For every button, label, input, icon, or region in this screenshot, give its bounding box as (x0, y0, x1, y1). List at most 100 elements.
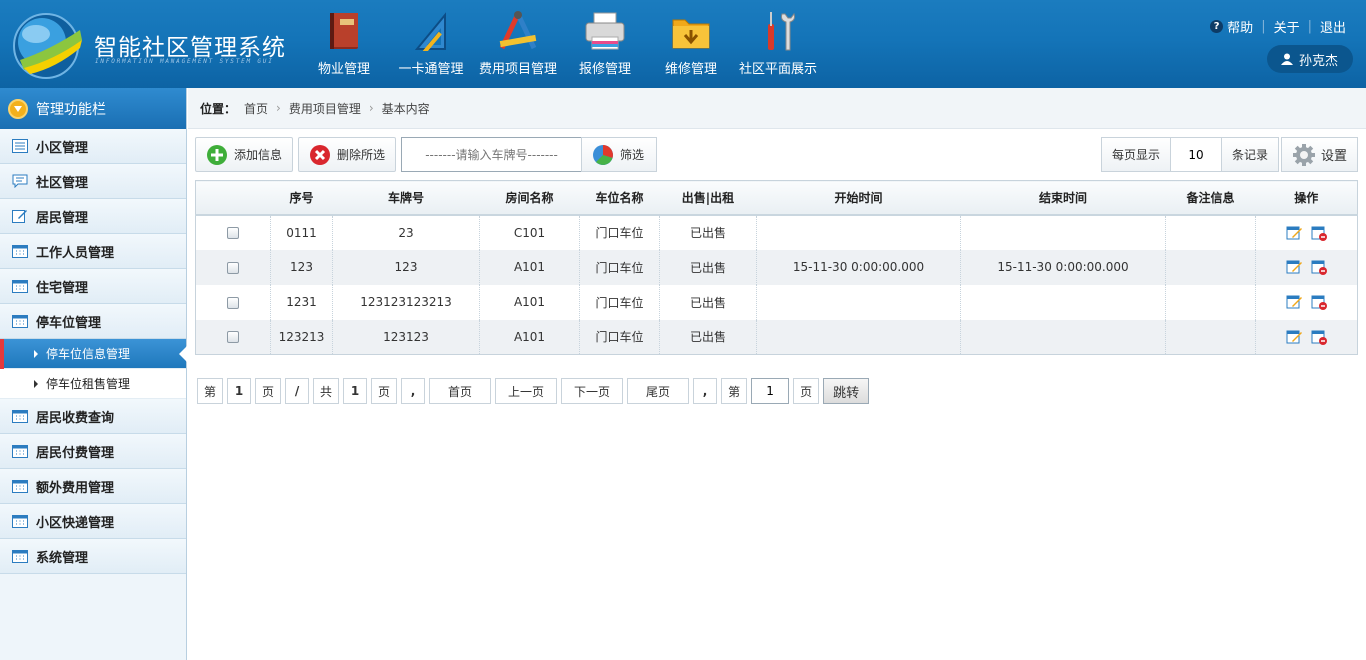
nav-property-management[interactable]: 物业管理 (312, 8, 376, 80)
sidebar-item-staff[interactable]: 工作人员管理 (0, 234, 186, 269)
col-plate[interactable]: 车牌号 (332, 180, 480, 216)
pager-comma-2: , (693, 378, 718, 404)
pager-ye-3: 页 (793, 378, 820, 404)
col-spot[interactable]: 车位名称 (579, 180, 660, 216)
calendar-icon (12, 444, 28, 458)
row-checkbox[interactable] (227, 227, 239, 239)
nav-maintenance-management[interactable]: 维修管理 (660, 8, 722, 80)
sidebar-item-housing[interactable]: 住宅管理 (0, 269, 186, 304)
pager-current-page: 1 (227, 378, 252, 404)
edit-row-icon[interactable] (1286, 329, 1302, 345)
delete-row-icon[interactable] (1311, 294, 1327, 310)
sidebar-item-express[interactable]: 小区快递管理 (0, 504, 186, 539)
sidebar-title: 管理功能栏 (36, 101, 106, 118)
last-page-button[interactable]: 尾页 (627, 378, 690, 404)
sidebar-item-parking[interactable]: 停车位管理 (0, 304, 186, 339)
status-text: 已出售 (659, 284, 757, 320)
user-icon (1281, 53, 1293, 65)
delete-row-icon[interactable] (1311, 225, 1327, 241)
edit-row-icon[interactable] (1286, 225, 1302, 241)
drafting-tools-icon (499, 11, 537, 50)
nav-community-map[interactable]: 社区平面展示 (734, 8, 822, 80)
table-row: 1231 123123123213 A101 门口车位 已出售 (195, 284, 1358, 320)
table-row: 123 123 A101 门口车位 已出售 15-11-30 0:00:00.0… (195, 249, 1358, 285)
logout-link[interactable]: 退出 (1320, 17, 1346, 36)
row-checkbox[interactable] (227, 331, 239, 344)
book-icon (330, 13, 358, 49)
edit-row-icon[interactable] (1286, 294, 1302, 310)
row-checkbox[interactable] (227, 261, 239, 274)
breadcrumb-current: 基本内容 (381, 101, 430, 116)
sidebar-item-extra-fees[interactable]: 额外费用管理 (0, 469, 186, 504)
sidebar-item-community[interactable]: 社区管理 (0, 164, 186, 199)
gear-icon (1292, 143, 1316, 167)
col-start[interactable]: 开始时间 (756, 180, 961, 216)
calendar-icon (12, 244, 28, 258)
breadcrumb-label: 位置： (200, 101, 237, 116)
arrow-right-icon (34, 349, 38, 358)
settings-button[interactable]: 设置 (1280, 137, 1358, 172)
arrow-right-icon (34, 379, 38, 388)
breadcrumb-fee[interactable]: 费用项目管理 (289, 100, 361, 117)
status-text: 已出售 (659, 214, 757, 250)
col-id[interactable]: 序号 (270, 180, 333, 216)
sidebar-item-fee-query[interactable]: 居民收费查询 (0, 399, 186, 434)
calendar-icon (12, 479, 28, 493)
sidebar-item-system[interactable]: 系统管理 (0, 539, 186, 574)
delete-selected-button[interactable]: 删除所选 (298, 137, 397, 172)
user-badge[interactable]: 孙克杰 (1267, 45, 1353, 73)
collapse-icon (8, 98, 28, 119)
chevron-right-icon: › (368, 101, 374, 115)
system-subtitle: INFORMATION MANAGEMENT SYSTEM GUI (95, 58, 274, 65)
nav-fee-item-management[interactable]: 费用项目管理 (474, 8, 562, 80)
sidebar-item-residents[interactable]: 居民管理 (0, 199, 186, 234)
jump-button[interactable]: 跳转 (823, 378, 870, 404)
sidebar-subitem-parking-info[interactable]: 停车位信息管理 (0, 339, 187, 369)
edit-row-icon[interactable] (1286, 259, 1302, 275)
goto-page-input[interactable] (751, 378, 790, 404)
calendar-icon (12, 279, 28, 293)
delete-row-icon[interactable] (1311, 329, 1327, 345)
help-link[interactable]: 帮助 (1227, 17, 1253, 36)
list-icon (12, 139, 28, 153)
top-links: ? 帮助 | 关于 | 退出 (1210, 17, 1346, 36)
col-select (195, 180, 271, 216)
pie-chart-icon (592, 144, 614, 166)
sidebar-header[interactable]: 管理功能栏 (0, 88, 186, 129)
nav-card-management[interactable]: 一卡通管理 (394, 8, 468, 80)
system-title: 智能社区管理系统 (94, 35, 286, 61)
sidebar-item-estate[interactable]: 小区管理 (0, 129, 186, 164)
printer-icon (585, 12, 625, 50)
breadcrumb-home[interactable]: 首页 (244, 100, 268, 117)
per-page-input[interactable] (1170, 137, 1221, 172)
plate-search-input[interactable] (401, 137, 582, 172)
pager-di-2: 第 (721, 378, 748, 404)
calendar-icon (12, 514, 28, 528)
pager-slash: / (285, 378, 310, 404)
add-button[interactable]: 添加信息 (195, 137, 294, 172)
row-checkbox[interactable] (227, 296, 239, 309)
col-room[interactable]: 房间名称 (479, 180, 580, 216)
pagination: 第 1 页 / 共 1 页 , 首页 上一页 下一页 尾页 , 第 页 跳转 (197, 378, 870, 404)
sidebar-subitem-parking-rental[interactable]: 停车位租售管理 (0, 369, 186, 399)
col-end[interactable]: 结束时间 (960, 180, 1166, 216)
next-page-button[interactable]: 下一页 (561, 378, 624, 404)
sidebar-item-payment[interactable]: 居民付费管理 (0, 434, 186, 469)
sidebar: 管理功能栏 小区管理 社区管理 居民管理 工作人员管理 住宅管理 停车位管理 停… (0, 88, 187, 660)
delete-row-icon[interactable] (1311, 259, 1327, 275)
pager-total-pages: 1 (343, 378, 368, 404)
toolbar: 添加信息 删除所选 筛选 (195, 137, 658, 172)
help-icon: ? (1210, 20, 1224, 33)
pager-di: 第 (197, 378, 224, 404)
globe-logo-icon (13, 13, 82, 79)
user-name: 孙克杰 (1299, 53, 1339, 69)
prev-page-button[interactable]: 上一页 (495, 378, 558, 404)
nav-repair-request[interactable]: 报修管理 (574, 8, 636, 80)
chevron-right-icon: › (276, 101, 281, 115)
status-text: 已出售 (659, 319, 757, 355)
col-status[interactable]: 出售|出租 (659, 180, 757, 216)
filter-button[interactable]: 筛选 (581, 137, 658, 172)
records-label: 条记录 (1220, 137, 1279, 172)
about-link[interactable]: 关于 (1274, 17, 1300, 36)
first-page-button[interactable]: 首页 (429, 378, 492, 404)
